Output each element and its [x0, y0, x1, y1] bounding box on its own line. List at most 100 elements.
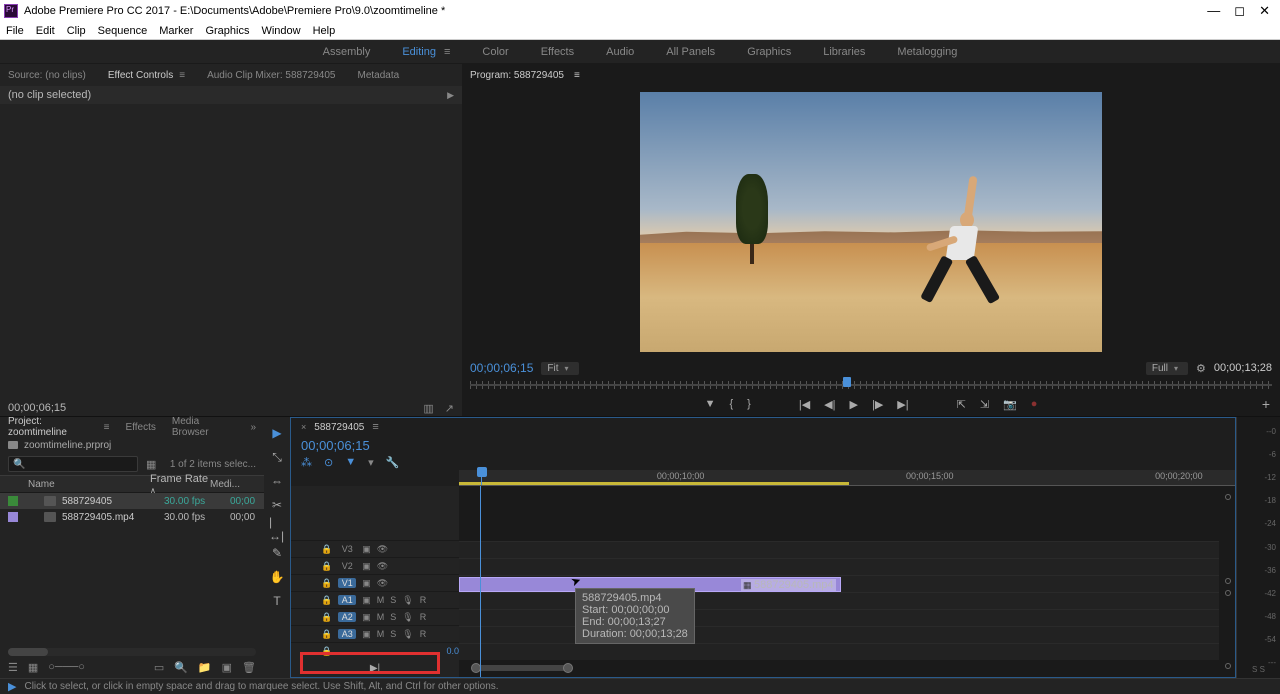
record-icon[interactable]: ●	[1031, 398, 1038, 410]
workspace-allpanels[interactable]: All Panels	[666, 46, 715, 58]
workspace-color[interactable]: Color	[482, 46, 508, 58]
mark-out-icon[interactable]: }	[747, 398, 751, 410]
project-hscroll[interactable]	[8, 648, 256, 656]
sequence-tab[interactable]: 588729405	[314, 422, 364, 433]
timeline-timecode[interactable]: 00;00;06;15	[301, 438, 370, 453]
menu-window[interactable]: Window	[261, 25, 300, 37]
track-header-a1[interactable]: 🔒A1▣MS🎙R	[291, 591, 459, 608]
type-tool[interactable]: T	[269, 593, 285, 609]
extract-icon[interactable]: ⇲	[980, 398, 989, 411]
project-columns[interactable]: Name Frame Rate ∧ Medi...	[0, 475, 264, 493]
workspace-audio[interactable]: Audio	[606, 46, 634, 58]
menu-edit[interactable]: Edit	[36, 25, 55, 37]
menu-file[interactable]: File	[6, 25, 24, 37]
snap-icon[interactable]: ⁂	[301, 456, 312, 469]
toggle-icon-1[interactable]: ▥	[423, 403, 433, 415]
track-header-v2[interactable]: 🔒V2▣👁	[291, 557, 459, 574]
workspace-effects[interactable]: Effects	[541, 46, 574, 58]
step-forward-icon[interactable]: |▶	[872, 398, 883, 411]
workspace-editing[interactable]: Editing	[402, 46, 436, 58]
track-header-master[interactable]: 🔒0.0	[291, 642, 459, 659]
tab-effect-controls[interactable]: Effect Controls	[108, 70, 173, 81]
lift-icon[interactable]: ⇱	[957, 398, 966, 411]
tab-effects[interactable]: Effects	[126, 422, 156, 433]
track-header-v1[interactable]: 🔒V1▣👁	[291, 574, 459, 591]
lock-icon[interactable]: 🔒	[321, 578, 332, 589]
program-scrubber[interactable]	[470, 378, 1272, 392]
selection-tool[interactable]: ▶	[269, 425, 285, 441]
new-bin-icon[interactable]: 📁	[198, 661, 212, 674]
razor-tool[interactable]: ✂	[269, 497, 285, 513]
play-icon[interactable]: ▶	[850, 398, 858, 411]
pen-tool[interactable]: ✎	[269, 545, 285, 561]
project-panel-menu-icon[interactable]: ≡	[104, 422, 110, 433]
sync-lock-icon[interactable]	[1225, 494, 1231, 500]
workspace-libraries[interactable]: Libraries	[823, 46, 865, 58]
panel-menu-icon[interactable]: ≡	[179, 70, 185, 81]
workspace-metalogging[interactable]: Metalogging	[897, 46, 957, 58]
settings-icon[interactable]: ⚙	[1196, 362, 1206, 375]
goto-end-icon[interactable]: ▶|	[370, 663, 380, 674]
col-name[interactable]: Name	[0, 479, 150, 490]
collapse-icon[interactable]: ▶	[447, 90, 454, 101]
lock-icon[interactable]: 🔒	[321, 595, 332, 606]
track-header-a3[interactable]: 🔒A3▣MS🎙R	[291, 625, 459, 642]
toggle-icon-2[interactable]: ↗	[445, 403, 454, 415]
lock-icon[interactable]: 🔒	[321, 544, 332, 555]
project-item-sequence[interactable]: 588729405 30.00 fps 00;00	[0, 493, 264, 509]
menu-marker[interactable]: Marker	[159, 25, 193, 37]
timeline-tracks[interactable]: ▦ 588729405.mp4 588729405.mp4 Start: 00;…	[459, 486, 1219, 677]
project-item-clip[interactable]: 588729405.mp4 30.00 fps 00;00	[0, 509, 264, 525]
automate-icon[interactable]: ▭	[154, 661, 164, 674]
step-back-icon[interactable]: ◀|	[824, 398, 835, 411]
zoom-handle-right[interactable]	[563, 663, 573, 673]
program-timecode[interactable]: 00;00;06;15	[470, 361, 533, 375]
delete-icon[interactable]: 🗑	[242, 661, 256, 674]
program-video[interactable]	[640, 92, 1102, 352]
linked-selection-icon[interactable]: ⊙	[324, 456, 333, 469]
track-header-a2[interactable]: 🔒A2▣MS🎙R	[291, 608, 459, 625]
tab-project[interactable]: Project: zoomtimeline	[8, 416, 98, 438]
tab-audio-mixer[interactable]: Audio Clip Mixer: 588729405	[207, 70, 335, 81]
lock-icon[interactable]: 🔒	[321, 561, 332, 572]
tab-media-browser[interactable]: Media Browser	[172, 416, 235, 438]
program-panel-menu-icon[interactable]: ≡	[574, 70, 580, 81]
wrench-icon[interactable]: 🔧	[386, 456, 400, 469]
overflow-icon[interactable]: »	[250, 422, 256, 433]
timeline-zoom-scrollbar[interactable]	[465, 663, 1213, 673]
minimize-button[interactable]: —	[1207, 3, 1220, 19]
tab-source[interactable]: Source: (no clips)	[8, 70, 86, 81]
goto-in-icon[interactable]: |◀	[799, 398, 810, 411]
mark-in-icon[interactable]: {	[729, 398, 733, 410]
menu-sequence[interactable]: Sequence	[98, 25, 148, 37]
list-view-icon[interactable]: ☰	[8, 661, 18, 674]
menu-graphics[interactable]: Graphics	[205, 25, 249, 37]
quality-dropdown[interactable]: Full	[1146, 362, 1188, 375]
timeline-panel-menu-icon[interactable]: ≡	[372, 421, 378, 433]
track-header-v3[interactable]: 🔒V3▣👁	[291, 540, 459, 557]
goto-out-icon[interactable]: ▶|	[897, 398, 908, 411]
find-icon[interactable]: 🔍	[174, 661, 188, 674]
workspace-menu-icon[interactable]: ≡	[444, 46, 450, 58]
hand-tool[interactable]: ✋	[269, 569, 285, 585]
maximize-button[interactable]: ◻	[1234, 3, 1245, 19]
zoom-slider[interactable]: ○───○	[48, 661, 85, 673]
lock-icon[interactable]: 🔒	[321, 612, 332, 623]
close-button[interactable]: ✕	[1259, 3, 1270, 19]
timeline-ruler[interactable]: 00;00;10;0000;00;15;0000;00;20;00	[459, 470, 1235, 486]
new-item-icon[interactable]: ▣	[222, 661, 232, 674]
tab-metadata[interactable]: Metadata	[357, 70, 399, 81]
track-select-tool[interactable]: ⤡	[269, 449, 285, 465]
slip-tool[interactable]: |↔|	[269, 521, 285, 537]
filter-icon[interactable]: ▦	[146, 458, 156, 471]
add-marker-icon[interactable]: ▼	[705, 398, 716, 410]
export-frame-icon[interactable]: 📷	[1003, 398, 1017, 411]
menu-help[interactable]: Help	[313, 25, 336, 37]
timeline-settings-icon[interactable]: ▾	[368, 456, 374, 469]
workspace-assembly[interactable]: Assembly	[323, 46, 371, 58]
program-tab[interactable]: Program: 588729405	[470, 70, 564, 81]
zoom-fit-dropdown[interactable]: Fit	[541, 362, 578, 375]
icon-view-icon[interactable]: ▦	[28, 661, 38, 674]
col-media[interactable]: Medi...	[210, 479, 240, 490]
marker-add-icon[interactable]: ▼	[345, 456, 356, 468]
